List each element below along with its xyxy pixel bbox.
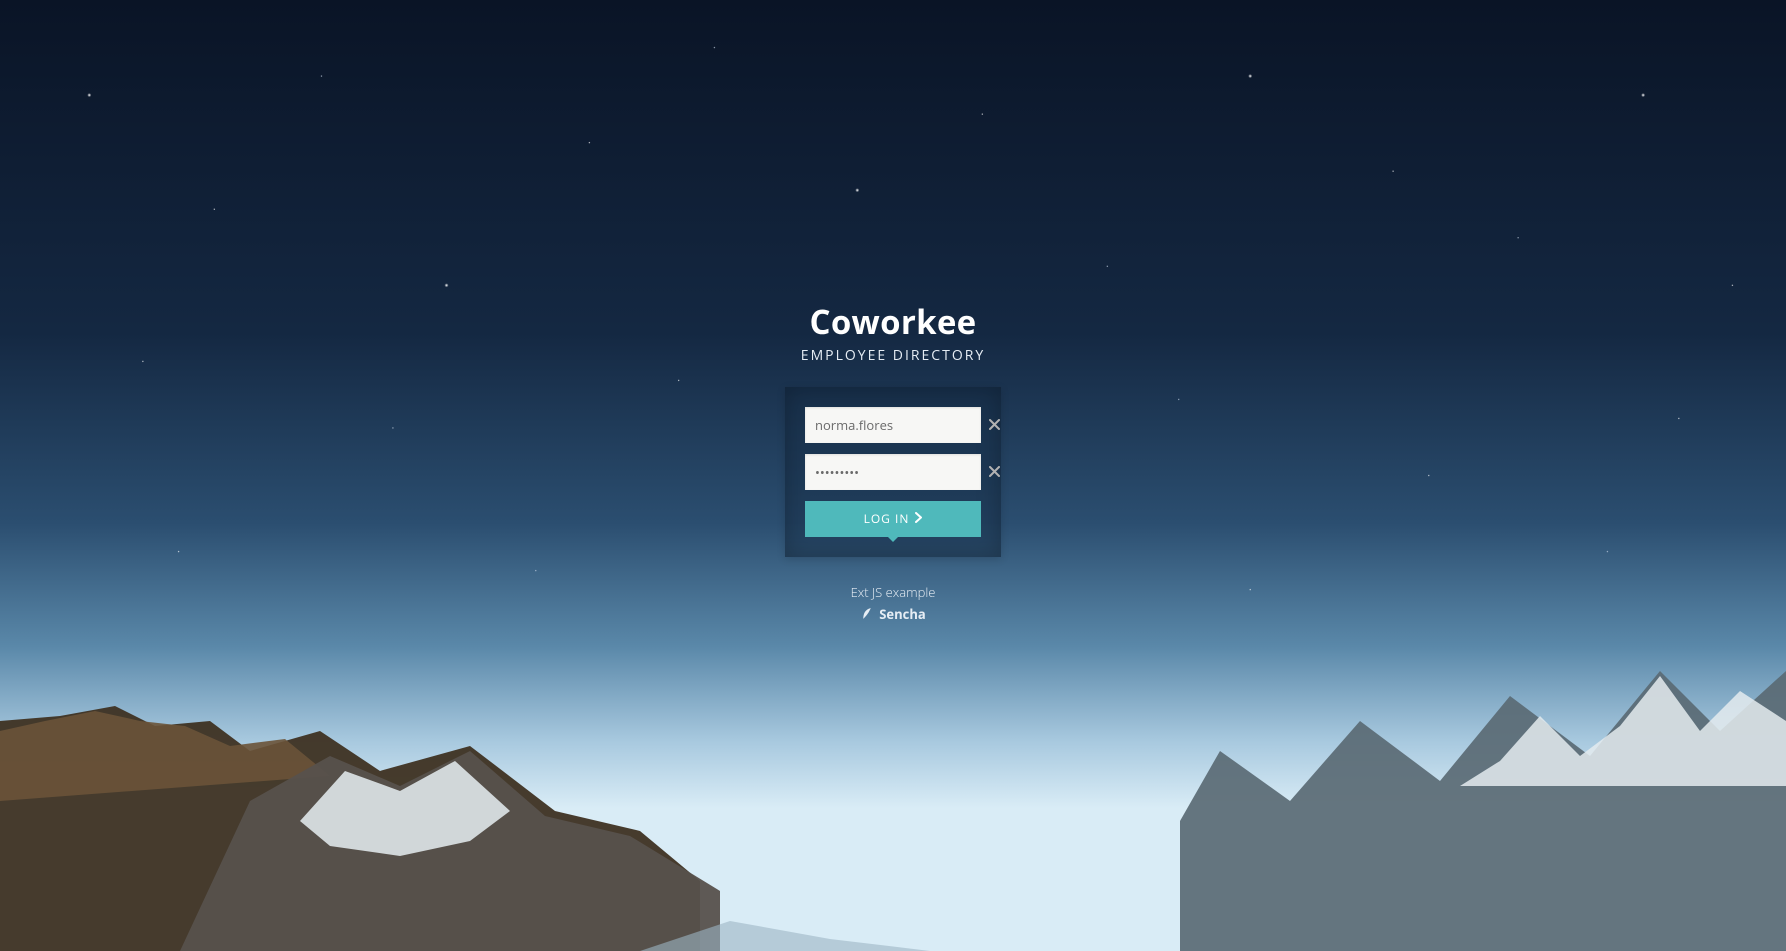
footer: Ext JS example Sencha <box>851 583 936 623</box>
app-subtitle: EMPLOYEE DIRECTORY <box>801 346 985 365</box>
login-button[interactable]: LOG IN <box>805 501 981 537</box>
chevron-right-icon <box>915 512 922 525</box>
username-field-wrap <box>805 407 981 443</box>
clear-username-icon[interactable] <box>989 407 1000 443</box>
sencha-leaf-icon <box>860 607 873 620</box>
username-input[interactable] <box>805 407 989 443</box>
app-title: Coworkee <box>810 299 977 344</box>
footer-brand-label: Sencha <box>879 605 925 623</box>
password-field-wrap <box>805 454 981 490</box>
clear-password-icon[interactable] <box>989 454 1000 490</box>
footer-example-label: Ext JS example <box>851 583 936 601</box>
password-input[interactable] <box>805 454 989 490</box>
login-button-label: LOG IN <box>864 510 910 527</box>
footer-brand[interactable]: Sencha <box>860 605 925 623</box>
login-panel: LOG IN <box>785 387 1001 557</box>
